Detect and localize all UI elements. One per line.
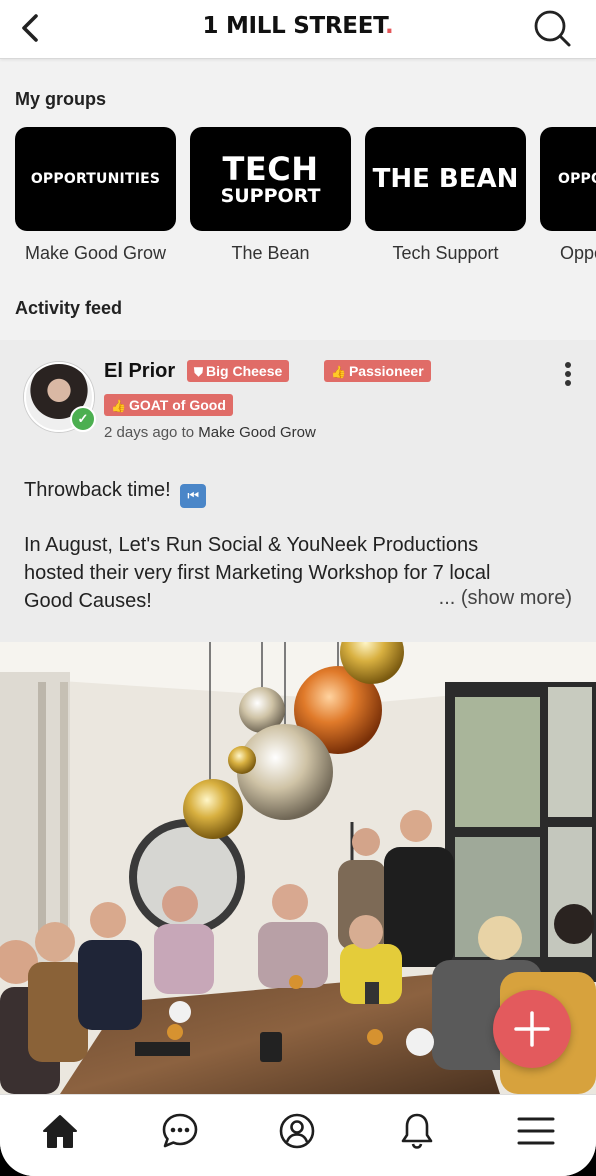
post-author[interactable]: El Prior — [104, 360, 175, 383]
more-options-button[interactable] — [562, 362, 574, 392]
activity-feed-heading: Activity feed — [15, 298, 123, 318]
app-title-dot: . — [385, 13, 394, 39]
group-card[interactable]: TECH SUPPORT The Bean — [190, 127, 351, 264]
group-tile: OPPORTUNITIES — [540, 127, 596, 231]
post-body-line: hosted their very first Marketing Worksh… — [24, 562, 491, 584]
badge-label: GOAT of Good — [128, 397, 226, 413]
badge-big-cheese: ⛊ Big Cheese — [187, 360, 290, 382]
home-icon — [43, 1115, 77, 1148]
group-label: Tech Support — [392, 243, 499, 263]
thumbs-up-icon: 👍 — [331, 365, 346, 379]
group-tile: OPPORTUNITIES — [15, 127, 176, 231]
group-tile-line: SUPPORT — [220, 184, 321, 207]
post-first-line: Throwback time! ⏮ — [24, 476, 207, 508]
group-label: Make Good Grow — [24, 243, 167, 263]
thumbs-up-icon: 👍 — [111, 399, 126, 413]
search-button[interactable] — [532, 8, 572, 48]
tab-messages[interactable] — [158, 1109, 202, 1153]
app-title: 1 MILL STREET. — [0, 13, 596, 39]
group-label: Opportunities — [560, 243, 596, 263]
badge-passioneer: 👍 Passioneer — [324, 360, 431, 382]
badge-label: Big Cheese — [206, 363, 283, 379]
group-card[interactable]: OPPORTUNITIES Opportunities — [540, 127, 596, 264]
create-post-button[interactable] — [493, 990, 571, 1068]
my-groups-heading: My groups — [15, 89, 107, 109]
top-bar: 1 MILL STREET. — [0, 0, 596, 59]
group-label: The Bean — [231, 243, 310, 263]
post-meta: 2 days ago to Make Good Grow — [104, 424, 316, 441]
post-group-link[interactable]: Make Good Grow — [198, 424, 316, 441]
post-to: to — [181, 424, 195, 441]
tab-menu[interactable] — [514, 1109, 558, 1153]
badge-goat-of-good: 👍 GOAT of Good — [104, 394, 233, 416]
post-body-line: In August, Let's Run Social & YouNeek Pr… — [24, 534, 479, 556]
kebab-icon — [562, 362, 574, 386]
group-tile-line: TECH — [222, 149, 319, 188]
post-body-line: Good Causes! — [24, 590, 152, 612]
feed-post: ✓ El Prior ⛊ Big Cheese 👍 Passioneer 👍 GOAT… — [0, 340, 596, 642]
group-card[interactable]: OPPORTUNITIES Make Good Grow — [15, 127, 176, 264]
app-screen: 1 MILL STREET. My groups OPPORTUNITIES M… — [0, 0, 596, 1176]
tab-home[interactable] — [38, 1109, 82, 1153]
post-line: Throwback time! — [24, 479, 171, 501]
bell-icon — [401, 1113, 433, 1149]
rewind-icon: ⏮ — [180, 484, 207, 508]
bottom-tab-bar — [0, 1094, 596, 1176]
verified-check-icon: ✓ — [70, 406, 96, 432]
group-tile: TECH SUPPORT — [190, 127, 351, 231]
search-icon — [534, 10, 571, 47]
groups-carousel[interactable]: OPPORTUNITIES Make Good Grow TECH SUPPOR… — [15, 127, 596, 267]
chat-icon — [162, 1113, 198, 1148]
group-tile: THE BEAN — [365, 127, 526, 231]
post-time: 2 days ago — [104, 424, 178, 441]
group-card[interactable]: THE BEAN Tech Support — [365, 127, 526, 264]
plus-icon — [514, 1011, 550, 1047]
menu-icon — [517, 1117, 555, 1145]
show-more-link[interactable]: ... (show more) — [439, 587, 572, 610]
badge-label: Passioneer — [348, 363, 424, 379]
tab-notifications[interactable] — [395, 1109, 439, 1153]
shield-icon: ⛊ — [194, 365, 204, 379]
tab-profile[interactable] — [275, 1109, 319, 1153]
app-title-text: 1 MILL STREET — [202, 13, 386, 39]
profile-icon — [279, 1113, 315, 1149]
